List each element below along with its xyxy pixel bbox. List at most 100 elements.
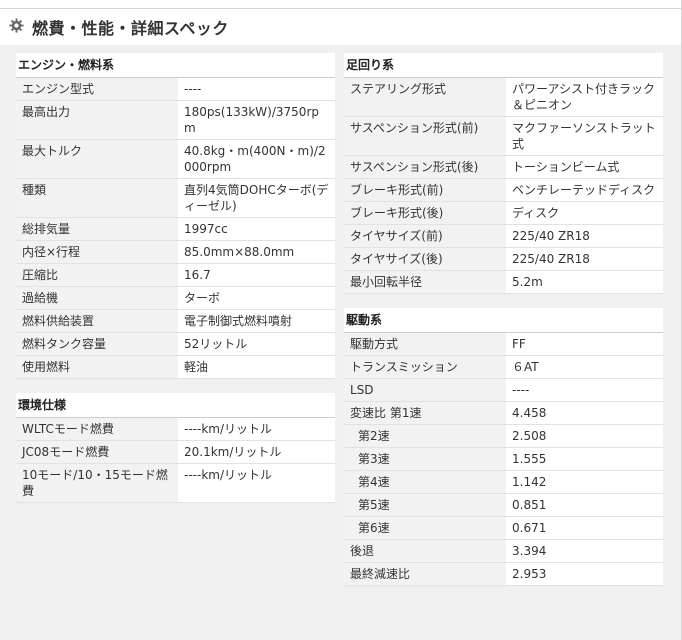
- spec-key: 第2速: [344, 424, 506, 448]
- spec-key: 種類: [16, 178, 178, 218]
- spec-key: 第6速: [344, 516, 506, 540]
- spec-key: ブレーキ形式(後): [344, 201, 506, 225]
- engine-table: エンジン型式 ---- 最高出力 180ps(133kW)/3750rpm 最大トル…: [16, 78, 335, 379]
- spec-key: JC08モード燃費: [16, 440, 178, 464]
- gear-icon: [9, 18, 24, 33]
- table-row: 最終減速比 2.953: [344, 562, 663, 586]
- table-row: ブレーキ形式(前) ベンチレーテッドディスク: [344, 178, 663, 202]
- spec-value: トーションビーム式: [506, 155, 663, 179]
- table-row: 第3速 1.555: [344, 447, 663, 471]
- spec-key: トランスミッション: [344, 355, 506, 379]
- spec-value: 20.1km/リットル: [178, 440, 335, 464]
- table-row: 総排気量 1997cc: [16, 217, 335, 241]
- spec-key: サスペンション形式(前): [344, 116, 506, 156]
- spec-key: WLTCモード燃費: [16, 418, 178, 441]
- spec-value: パワーアシスト付きラック＆ピニオン: [506, 78, 663, 117]
- table-row: 第2速 2.508: [344, 424, 663, 448]
- table-row: 圧縮比 16.7: [16, 263, 335, 287]
- spec-key: 過給機: [16, 286, 178, 310]
- table-row: 最小回転半径 5.2m: [344, 270, 663, 294]
- engine-section: エンジン・燃料系 エンジン型式 ---- 最高出力 180ps(133kW)/375…: [16, 45, 335, 379]
- environment-table: WLTCモード燃費 ----km/リットル JC08モード燃費 20.1km/リット…: [16, 418, 335, 503]
- spec-value: ----km/リットル: [178, 418, 335, 441]
- spec-value: 5.2m: [506, 270, 663, 294]
- spec-value: ６AT: [506, 355, 663, 379]
- table-row: 第6速 0.671: [344, 516, 663, 540]
- table-row: 最高出力 180ps(133kW)/3750rpm: [16, 100, 335, 140]
- spec-value: FF: [506, 333, 663, 356]
- table-row: ブレーキ形式(後) ディスク: [344, 201, 663, 225]
- spec-key: エンジン型式: [16, 78, 178, 101]
- table-row: 10モード/10・15モード燃費 ----km/リットル: [16, 463, 335, 503]
- spec-value: ----: [506, 378, 663, 402]
- table-row: LSD ----: [344, 378, 663, 402]
- spec-key: 内径×行程: [16, 240, 178, 264]
- spec-panel: エンジン・燃料系 エンジン型式 ---- 最高出力 180ps(133kW)/375…: [0, 45, 681, 640]
- spec-value: ターボ: [178, 286, 335, 310]
- table-row: 第4速 1.142: [344, 470, 663, 494]
- spec-value: ----km/リットル: [178, 463, 335, 503]
- spec-key: 第5速: [344, 493, 506, 517]
- spec-value: 軽油: [178, 355, 335, 379]
- chassis-section: 足回り系 ステアリング形式 パワーアシスト付きラック＆ピニオン サスペンション形式…: [344, 45, 663, 294]
- spec-key: 使用燃料: [16, 355, 178, 379]
- table-row: サスペンション形式(後) トーションビーム式: [344, 155, 663, 179]
- chassis-section-title: 足回り系: [344, 53, 663, 78]
- spec-header: 燃費・性能・詳細スペック: [0, 9, 681, 45]
- table-row: WLTCモード燃費 ----km/リットル: [16, 418, 335, 441]
- table-row: 燃料供給装置 電子制御式燃料噴射: [16, 309, 335, 333]
- left-column: エンジン・燃料系 エンジン型式 ---- 最高出力 180ps(133kW)/375…: [16, 45, 335, 503]
- table-row: エンジン型式 ----: [16, 78, 335, 101]
- table-row: トランスミッション ６AT: [344, 355, 663, 379]
- table-row: 最大トルク 40.8kg・m(400N・m)/2000rpm: [16, 139, 335, 179]
- spec-key: 燃料供給装置: [16, 309, 178, 333]
- spec-value: 電子制御式燃料噴射: [178, 309, 335, 333]
- spec-key: 最大トルク: [16, 139, 178, 179]
- table-row: 駆動方式 FF: [344, 333, 663, 356]
- spec-key: タイヤサイズ(前): [344, 224, 506, 248]
- spec-value: 2.508: [506, 424, 663, 448]
- spec-key: 圧縮比: [16, 263, 178, 287]
- spec-key: サスペンション形式(後): [344, 155, 506, 179]
- spec-key: 総排気量: [16, 217, 178, 241]
- spec-key: LSD: [344, 378, 506, 402]
- spec-value: ディスク: [506, 201, 663, 225]
- spec-key: 変速比 第1速: [344, 401, 506, 425]
- spec-key: 10モード/10・15モード燃費: [16, 463, 178, 503]
- engine-section-title: エンジン・燃料系: [16, 53, 335, 78]
- spec-value: 40.8kg・m(400N・m)/2000rpm: [178, 139, 335, 179]
- spec-key: 第4速: [344, 470, 506, 494]
- spec-value: 0.671: [506, 516, 663, 540]
- spec-value: 2.953: [506, 562, 663, 586]
- spec-value: マクファーソンストラット式: [506, 116, 663, 156]
- table-row: 燃料タンク容量 52リットル: [16, 332, 335, 356]
- spec-value: ----: [178, 78, 335, 101]
- spec-value: 直列4気筒DOHCターボ(ディーゼル): [178, 178, 335, 218]
- spec-value: 1.142: [506, 470, 663, 494]
- table-row: 変速比 第1速 4.458: [344, 401, 663, 425]
- spec-value: 225/40 ZR18: [506, 224, 663, 248]
- table-row: 後退 3.394: [344, 539, 663, 563]
- spec-value: 1.555: [506, 447, 663, 471]
- spec-key: 最高出力: [16, 100, 178, 140]
- spec-value: 1997cc: [178, 217, 335, 241]
- spec-key: タイヤサイズ(後): [344, 247, 506, 271]
- page-title: 燃費・性能・詳細スペック: [32, 19, 229, 38]
- spec-key: 最終減速比: [344, 562, 506, 586]
- drivetrain-section-title: 駆動系: [344, 308, 663, 333]
- table-row: 第5速 0.851: [344, 493, 663, 517]
- spec-value: 0.851: [506, 493, 663, 517]
- spec-key: 最小回転半径: [344, 270, 506, 294]
- table-row: ステアリング形式 パワーアシスト付きラック＆ピニオン: [344, 78, 663, 117]
- table-row: サスペンション形式(前) マクファーソンストラット式: [344, 116, 663, 156]
- spec-key: ブレーキ形式(前): [344, 178, 506, 202]
- spec-key: 燃料タンク容量: [16, 332, 178, 356]
- spec-value: 3.394: [506, 539, 663, 563]
- environment-section-title: 環境仕様: [16, 393, 335, 418]
- spec-value: 85.0mm×88.0mm: [178, 240, 335, 264]
- spec-key: 駆動方式: [344, 333, 506, 356]
- spec-value: 180ps(133kW)/3750rpm: [178, 100, 335, 140]
- table-row: 種類 直列4気筒DOHCターボ(ディーゼル): [16, 178, 335, 218]
- drivetrain-section: 駆動系 駆動方式 FF トランスミッション ６AT LSD ---- 変速比 第1速 4…: [344, 308, 663, 586]
- spec-value: 4.458: [506, 401, 663, 425]
